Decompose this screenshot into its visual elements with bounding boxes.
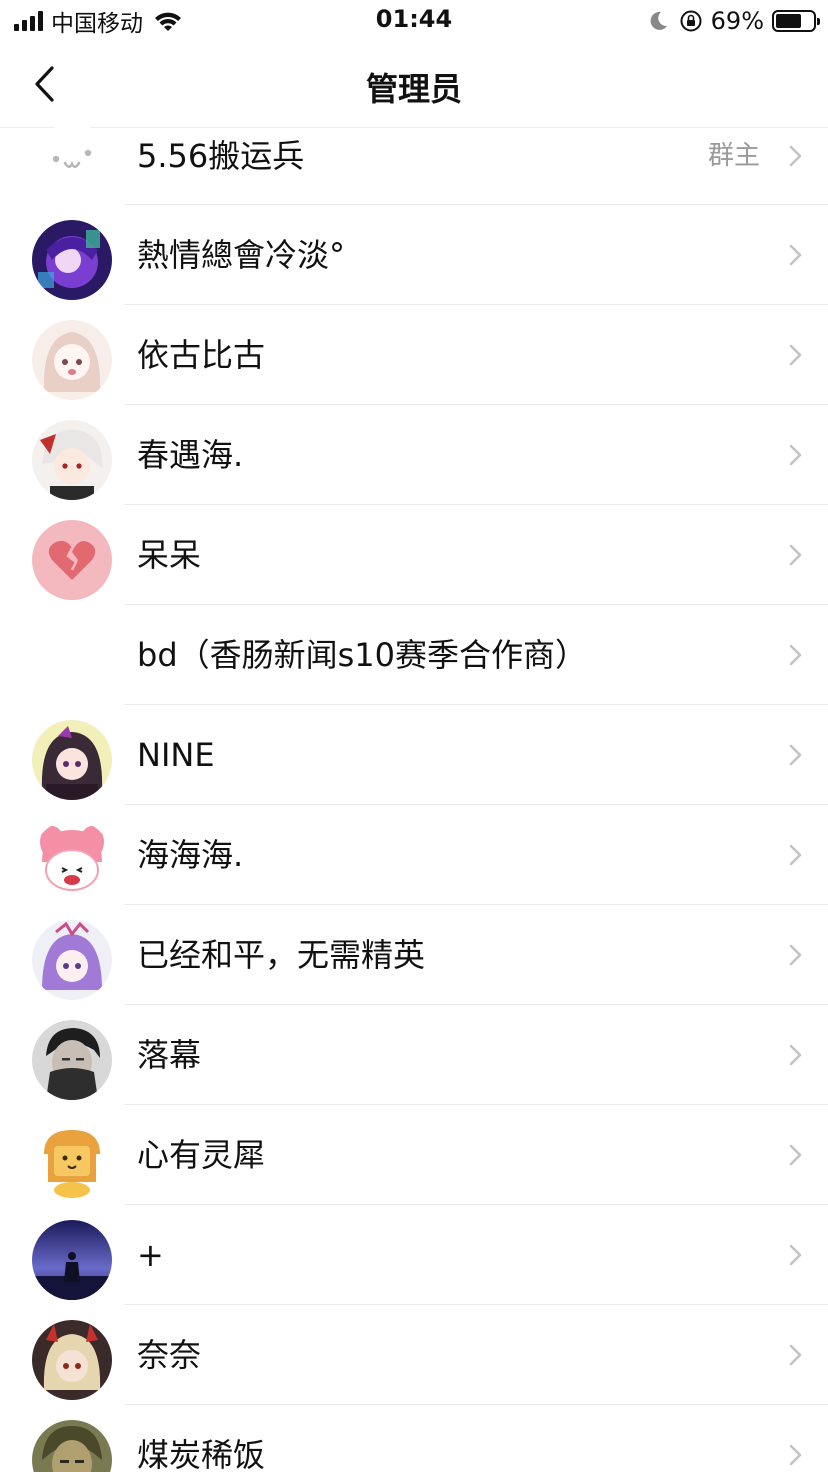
page-title: 管理员 <box>365 70 462 108</box>
battery-percent: 69% <box>710 7 764 35</box>
member-name: 煤炭稀饭 <box>137 1436 266 1472</box>
chevron-right-icon <box>789 1444 802 1466</box>
admin-row[interactable]: 海海海. <box>0 805 828 905</box>
nav-bar: 管理员 <box>0 42 828 128</box>
admin-row[interactable]: NINE <box>0 705 828 805</box>
admin-row[interactable]: 奈奈 <box>0 1305 828 1405</box>
admin-row[interactable]: 已经和平，无需精英 <box>0 905 828 1005</box>
battery-fill <box>776 14 801 28</box>
member-name: 依古比古 <box>137 336 266 374</box>
admin-row[interactable]: 落幕 <box>0 1005 828 1105</box>
member-name: 海海海. <box>137 836 244 874</box>
chevron-right-icon <box>789 744 802 766</box>
role-badge: 群主 <box>707 141 760 171</box>
chevron-right-icon <box>789 1044 802 1066</box>
battery-tip <box>817 18 820 25</box>
chevron-right-icon <box>789 644 802 666</box>
member-name: 已经和平，无需精英 <box>137 936 426 974</box>
chevron-right-icon <box>789 544 802 566</box>
status-bar: 中国移动 01:44 69% <box>0 0 828 42</box>
avatar <box>32 420 112 500</box>
chevron-right-icon <box>789 145 802 167</box>
avatar <box>32 920 112 1000</box>
avatar <box>32 1220 112 1300</box>
admin-row[interactable]: bd（香肠新闻s10赛季合作商） <box>0 605 828 705</box>
member-name: 奈奈 <box>137 1336 202 1374</box>
avatar <box>32 1020 112 1100</box>
avatar <box>32 1120 112 1200</box>
admin-row[interactable]: 春遇海. <box>0 405 828 505</box>
member-name: 呆呆 <box>137 536 202 574</box>
chevron-right-icon <box>789 1244 802 1266</box>
moon-icon <box>650 11 667 30</box>
admin-row[interactable]: + <box>0 1205 828 1305</box>
chevron-right-icon <box>789 1344 802 1366</box>
avatar <box>32 320 112 400</box>
chevron-right-icon <box>789 944 802 966</box>
member-name: 心有灵犀 <box>137 1136 266 1174</box>
admin-row[interactable]: 呆呆 <box>0 505 828 605</box>
avatar <box>32 820 112 900</box>
chevron-right-icon <box>789 244 802 266</box>
screen: 中国移动 01:44 69% 管理员 5.56搬运兵 群主 熱情總會冷淡° 依古… <box>0 0 828 1472</box>
member-name: 熱情總會冷淡° <box>137 236 346 274</box>
chevron-right-icon <box>789 844 802 866</box>
avatar <box>32 1420 112 1472</box>
member-name: 落幕 <box>137 1036 202 1074</box>
chevron-right-icon <box>789 344 802 366</box>
battery-icon <box>772 10 820 32</box>
avatar <box>32 123 112 203</box>
member-name: + <box>137 1236 164 1274</box>
admin-row[interactable]: 熱情總會冷淡° <box>0 205 828 305</box>
admin-row[interactable]: 5.56搬运兵 群主 <box>0 123 828 205</box>
chevron-right-icon <box>789 1144 802 1166</box>
status-right: 69% <box>647 6 820 36</box>
chevron-right-icon <box>789 444 802 466</box>
avatar <box>32 220 112 300</box>
admin-row[interactable]: 煤炭稀饭 <box>0 1405 828 1472</box>
avatar <box>32 1320 112 1400</box>
admin-row[interactable]: 依古比古 <box>0 305 828 405</box>
member-name: 5.56搬运兵 <box>137 137 305 175</box>
avatar <box>32 720 112 800</box>
avatar <box>32 520 112 600</box>
admin-row[interactable]: 心有灵犀 <box>0 1105 828 1205</box>
member-name: NINE <box>137 736 215 774</box>
member-name: 春遇海. <box>137 436 244 474</box>
rotation-lock-icon <box>680 10 702 32</box>
admin-list: 5.56搬运兵 群主熱情總會冷淡° 依古比古春遇海. 呆呆 bd（香肠新闻s10赛季合作… <box>0 123 828 1472</box>
member-name: bd（香肠新闻s10赛季合作商） <box>137 636 588 674</box>
